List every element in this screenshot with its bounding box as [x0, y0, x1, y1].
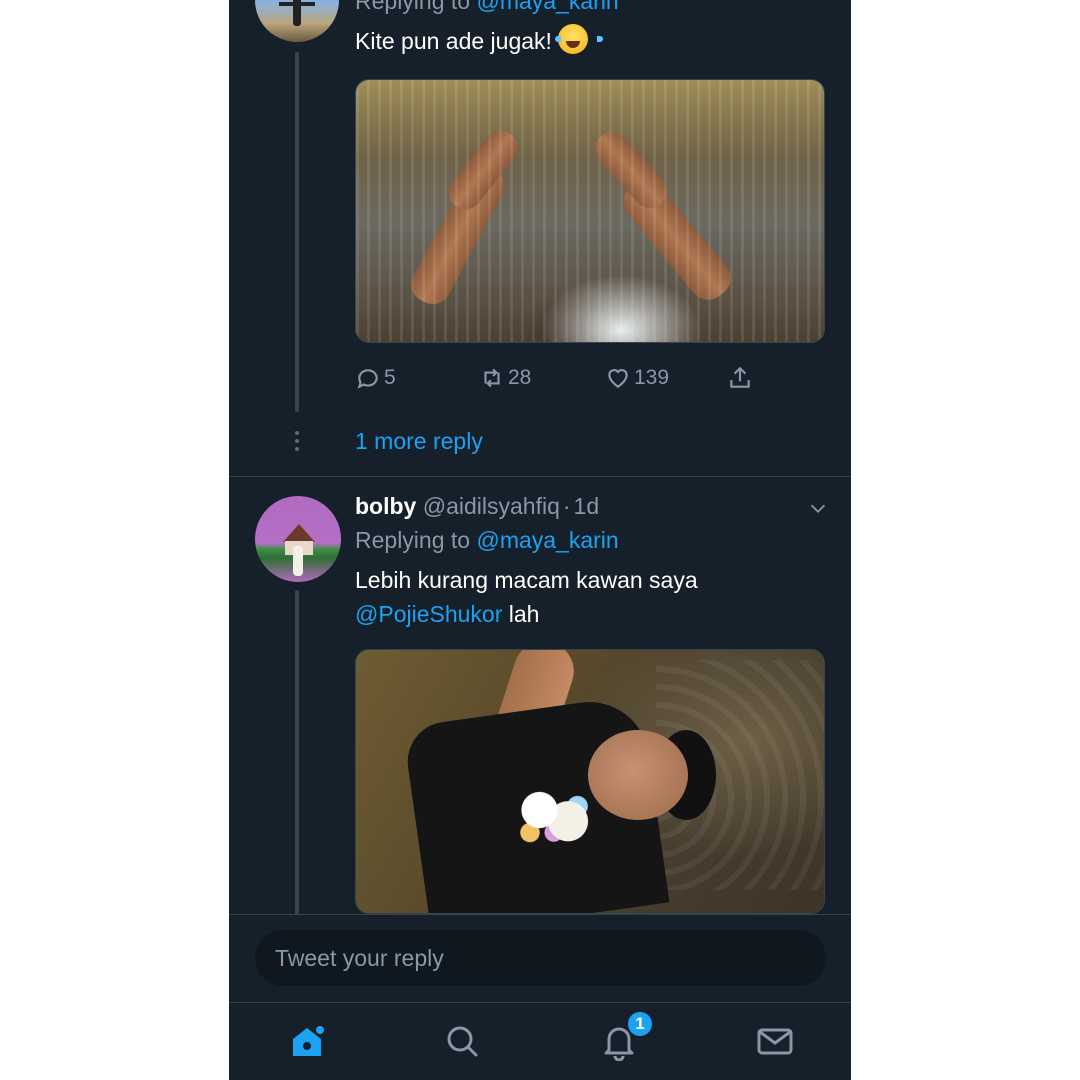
avatar[interactable]	[255, 496, 341, 582]
tweet-1[interactable]: Replying to @maya_karin Kite pun ade jug…	[229, 0, 851, 476]
divider	[229, 476, 851, 477]
tweet-text-content: Kite pun ade jugak!	[355, 28, 552, 54]
tweet-header: bolby @aidilsyahfiq · 1d	[355, 493, 599, 520]
tweet-text-tail: lah	[508, 601, 540, 627]
separator: ·	[562, 493, 571, 519]
retweet-icon	[484, 368, 500, 388]
reply-button[interactable]: 5	[355, 362, 396, 394]
more-replies-dots-icon	[293, 431, 301, 453]
reply-input[interactable]	[255, 930, 826, 986]
reply-icon	[357, 369, 378, 389]
chevron-down-icon[interactable]	[807, 497, 829, 519]
thread-line	[295, 590, 299, 920]
mention-link[interactable]: @PojieShukor	[355, 601, 502, 627]
like-button[interactable]: 139	[605, 362, 669, 394]
heart-icon	[608, 369, 628, 388]
search-tab[interactable]	[442, 1021, 482, 1061]
share-icon	[730, 366, 750, 388]
reply-mention-link[interactable]: @maya_karin	[476, 0, 618, 14]
show-more-replies-link[interactable]: 1 more reply	[355, 428, 483, 455]
home-icon	[293, 1026, 324, 1056]
reply-count: 5	[384, 366, 396, 389]
notification-badge: 1	[626, 1010, 654, 1038]
replying-to: Replying to @maya_karin	[355, 527, 619, 554]
tweet-image[interactable]	[355, 649, 825, 914]
replying-to-label: Replying to	[355, 527, 471, 553]
tweet-image[interactable]	[355, 79, 825, 343]
retweet-button[interactable]: 28	[479, 362, 531, 394]
search-icon	[447, 1026, 478, 1057]
display-name[interactable]: bolby	[355, 493, 416, 519]
twitter-app: Replying to @maya_karin Kite pun ade jug…	[229, 0, 851, 1080]
bottom-tab-bar	[229, 1002, 851, 1080]
tweet-text-line: Lebih kurang macam kawan saya	[355, 567, 698, 593]
replying-to-label: Replying to	[355, 0, 471, 14]
tweet-time: 1d	[573, 493, 600, 519]
share-button[interactable]	[727, 362, 753, 394]
laughing-emoji-icon	[554, 24, 603, 54]
messages-tab[interactable]	[755, 1021, 795, 1061]
tweet-actions: 5 28 139	[355, 362, 775, 394]
reply-mention-link[interactable]: @maya_karin	[476, 527, 618, 553]
tweet-text: Kite pun ade jugak!	[355, 24, 603, 58]
like-count: 139	[634, 366, 670, 389]
thread-line	[295, 52, 299, 412]
avatar[interactable]	[255, 0, 339, 42]
user-handle[interactable]: @aidilsyahfiq	[423, 493, 560, 519]
messages-icon	[757, 1028, 793, 1055]
home-tab[interactable]	[287, 1021, 327, 1061]
replying-to: Replying to @maya_karin	[355, 0, 619, 15]
tweet-text: Lebih kurang macam kawan saya @PojieShuk…	[355, 563, 698, 631]
reply-composer	[229, 914, 851, 1002]
retweet-count: 28	[508, 366, 532, 389]
